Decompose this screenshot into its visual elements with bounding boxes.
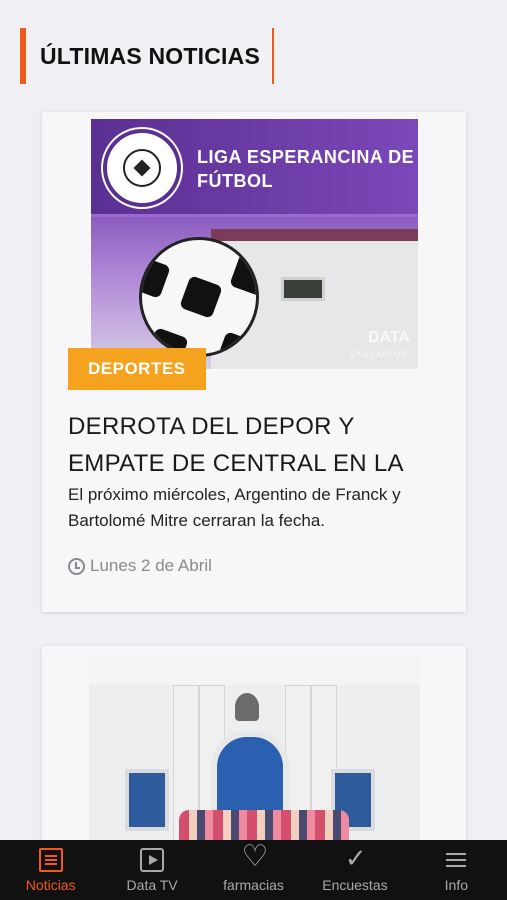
section-header: ÚLTIMAS NOTICIAS <box>20 28 274 84</box>
heart-icon <box>242 842 269 872</box>
tab-label: farmacias <box>223 877 284 893</box>
tab-label: Noticias <box>25 877 76 893</box>
tab-farmacias[interactable]: farmacias <box>203 840 304 900</box>
image-window <box>125 769 169 831</box>
section-title: ÚLTIMAS NOTICIAS <box>40 42 260 69</box>
tab-info[interactable]: Info <box>406 840 507 900</box>
article-date: Lunes 2 de Abril <box>68 556 212 576</box>
clock-icon <box>68 557 85 575</box>
tab-label: Data TV <box>126 877 178 893</box>
image-banner: LIGA ESPERANCINA DE FÚTBOL <box>91 119 418 217</box>
tab-data-tv[interactable]: Data TV <box>101 840 202 900</box>
article-headline[interactable]: DERROTA DEL DEPOR Y EMPATE DE CENTRAL EN… <box>68 408 448 482</box>
tab-label: Info <box>444 877 468 893</box>
tab-label: Encuestas <box>322 877 388 893</box>
news-card[interactable]: LIGA ESPERANCINA DE FÚTBOL DATA SANCARLO… <box>42 112 466 612</box>
article-summary: El próximo miércoles, Argentino de Franc… <box>68 485 401 530</box>
league-logo <box>103 129 181 207</box>
article-image[interactable]: LIGA ESPERANCINA DE FÚTBOL DATA SANCARLO… <box>91 119 418 369</box>
tab-encuestas[interactable]: Encuestas <box>304 840 405 900</box>
image-window <box>281 277 325 301</box>
menu-icon <box>444 848 468 872</box>
tab-noticias[interactable]: Noticias <box>0 840 101 900</box>
tab-bar: Noticias Data TV farmacias Encuestas Inf… <box>0 840 507 900</box>
play-icon <box>140 848 165 872</box>
news-card[interactable] <box>42 646 466 866</box>
image-watermark-sub: SANCARLOS <box>349 350 408 359</box>
soccer-ball-icon <box>123 149 161 187</box>
image-watermark: DATA <box>367 329 410 346</box>
news-icon <box>38 848 63 872</box>
image-roof <box>89 655 420 685</box>
article-date-text: Lunes 2 de Abril <box>90 556 212 575</box>
check-icon <box>343 844 367 872</box>
image-crest <box>235 693 259 721</box>
article-image[interactable] <box>89 655 420 845</box>
image-soccer-ball <box>139 237 259 357</box>
image-banner-text: LIGA ESPERANCINA DE FÚTBOL <box>197 147 415 191</box>
category-badge[interactable]: DEPORTES <box>68 348 206 390</box>
